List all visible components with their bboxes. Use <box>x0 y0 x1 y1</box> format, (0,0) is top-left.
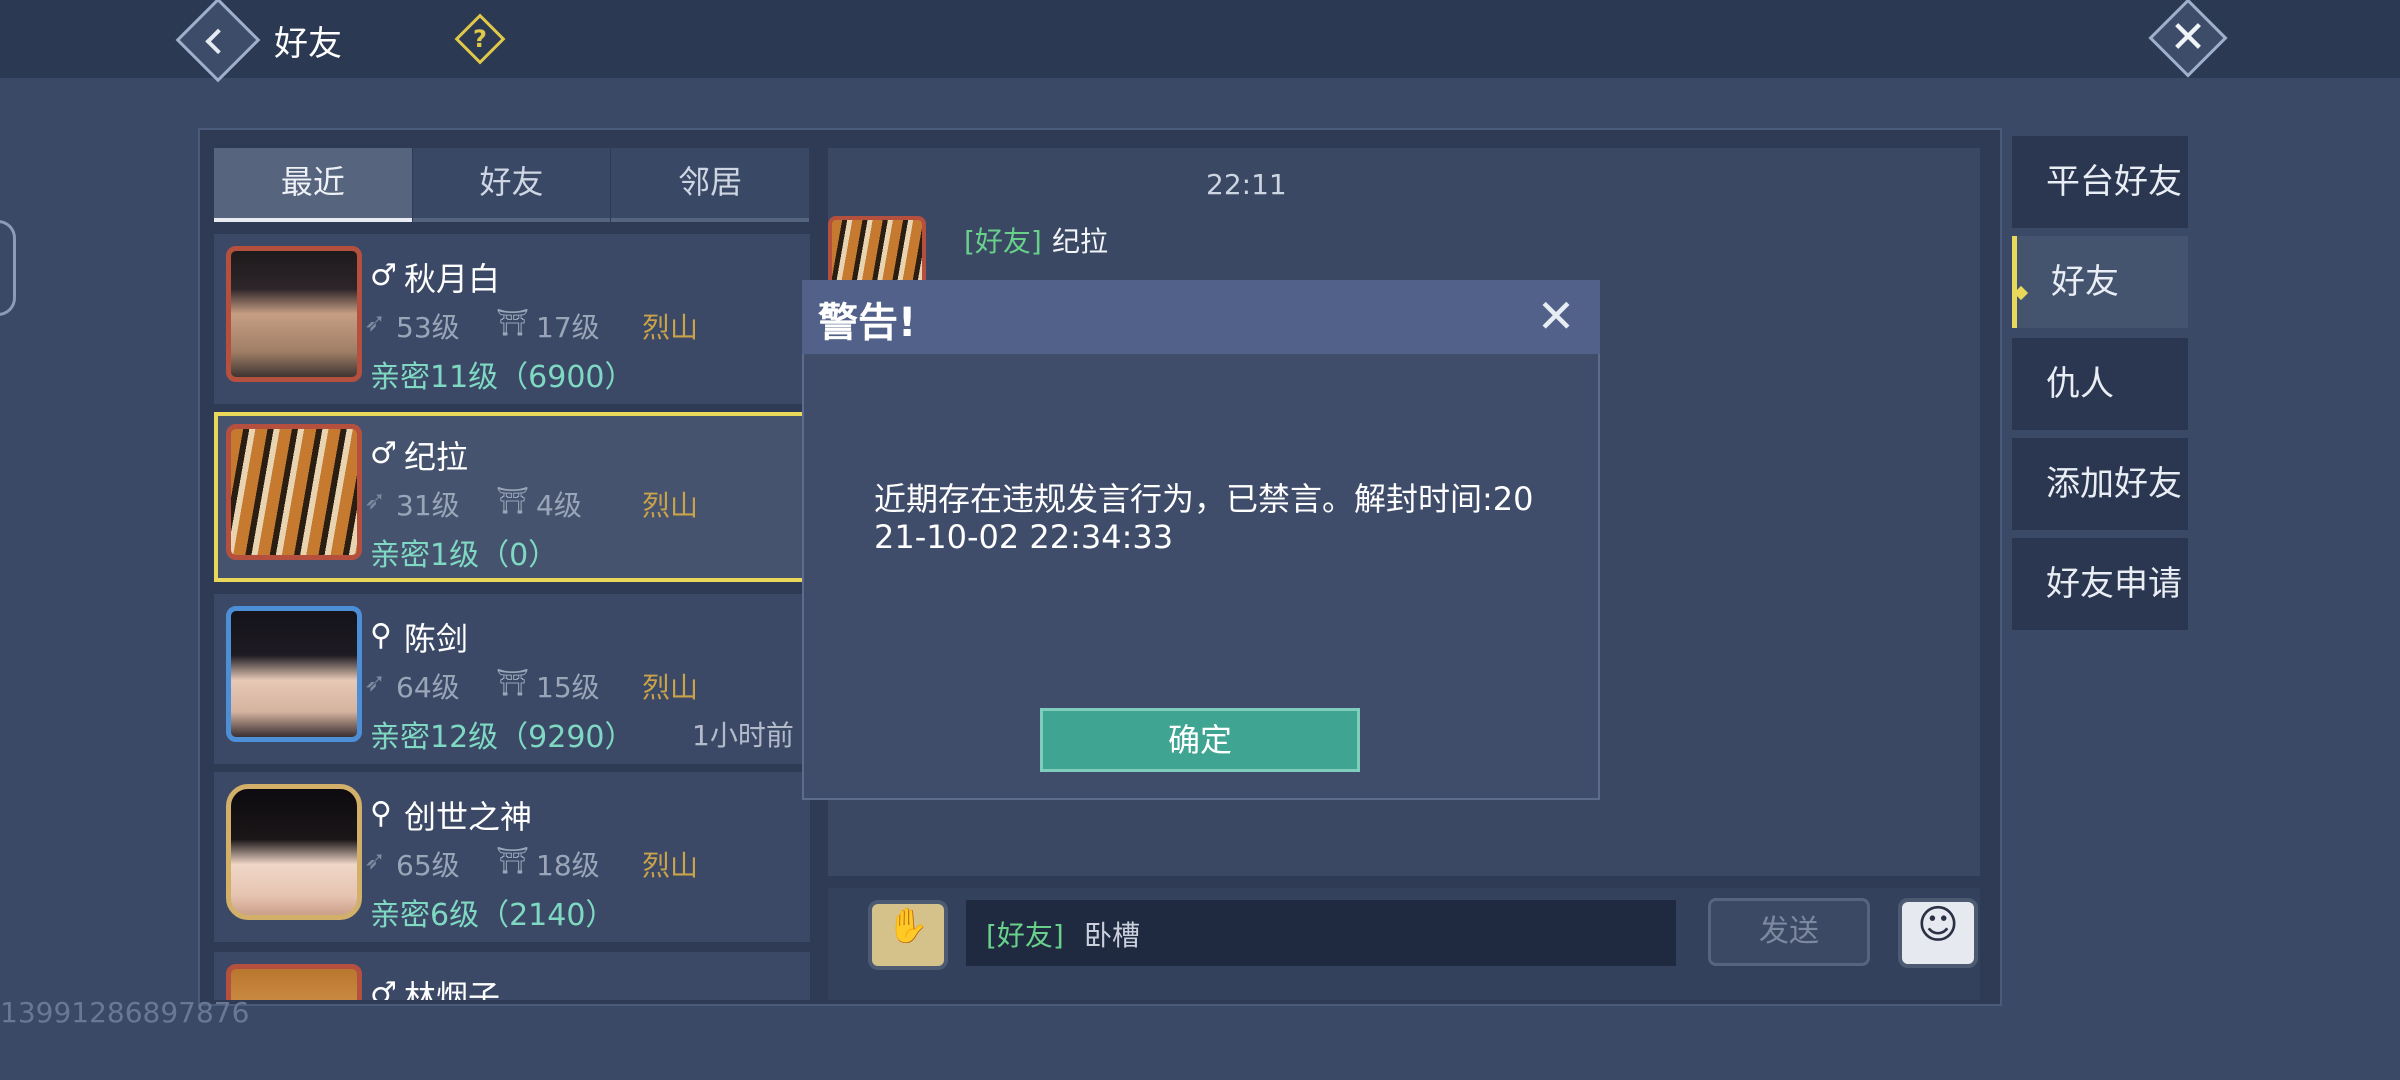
level-icon: ➶ <box>364 486 386 516</box>
avatar <box>226 964 362 1000</box>
menu-add-friend[interactable]: 添加好友 <box>2012 438 2188 530</box>
intimacy-level: 亲密12级（9290） <box>370 720 635 755</box>
level-icon: ➶ <box>364 846 386 876</box>
friend-name: 林烟子 <box>404 978 501 1000</box>
player-level: 31级 <box>396 489 460 522</box>
friend-name: 创世之神 <box>404 798 533 836</box>
chat-sender-name: 纪拉 <box>1052 225 1109 258</box>
guild-icon: ⛩ <box>496 668 530 698</box>
chat-input[interactable] <box>966 900 1676 966</box>
microphone-icon[interactable]: ✋ <box>868 906 948 946</box>
intimacy-level: 亲密1级（0） <box>370 538 559 573</box>
dialog-title: 警告! <box>818 300 917 346</box>
smiley-icon[interactable]: ☺ <box>1898 902 1978 948</box>
player-level: 64级 <box>396 671 460 704</box>
menu-enemies[interactable]: 仇人 <box>2012 338 2188 430</box>
chat-avatar <box>828 216 926 288</box>
level-icon: ➶ <box>364 668 386 698</box>
guild-name: 烈山 <box>642 311 699 344</box>
list-item[interactable]: ⚲ 创世之神 ➶ 65级 ⛩ 18级 烈山 亲密6级（2140） <box>214 772 810 942</box>
close-icon[interactable]: ✕ <box>2160 8 2216 68</box>
intimacy-level: 亲密6级（2140） <box>370 898 616 933</box>
player-level: 65级 <box>396 849 460 882</box>
friend-list[interactable]: 最近 好友 邻居 ♂ 秋月白 ➶ 53级 ⛩ 17级 烈山 亲密11级（6900… <box>214 148 810 1000</box>
top-bar <box>0 0 2400 78</box>
friend-name: 秋月白 <box>404 260 501 298</box>
chat-timestamp: 22:11 <box>1206 168 1287 201</box>
tab-recent[interactable]: 最近 <box>214 148 412 222</box>
male-icon: ♂ <box>370 436 397 471</box>
menu-friend-requests[interactable]: 好友申请 <box>2012 538 2188 630</box>
input-channel-tag: [好友] <box>986 919 1064 952</box>
tab-friends[interactable]: 好友 <box>412 148 611 222</box>
dialog-header <box>802 280 1600 354</box>
last-online: 1小时前 <box>692 719 794 752</box>
list-tabs: 最近 好友 邻居 <box>214 148 810 222</box>
guild-name: 烈山 <box>642 849 699 882</box>
avatar <box>226 606 362 742</box>
male-icon: ♂ <box>370 976 397 1000</box>
guild-name: 烈山 <box>642 671 699 704</box>
level-icon: ➶ <box>364 308 386 338</box>
guild-level: 17级 <box>536 311 600 344</box>
chat-input-value[interactable]: 卧槽 <box>1084 914 1140 954</box>
side-drawer-handle[interactable] <box>0 220 16 316</box>
intimacy-level: 亲密11级（6900） <box>370 360 635 395</box>
guild-level: 15级 <box>536 671 600 704</box>
list-item[interactable]: ♂ 秋月白 ➶ 53级 ⛩ 17级 烈山 亲密11级（6900） <box>214 234 810 404</box>
guild-name: 烈山 <box>642 489 699 522</box>
player-level: 53级 <box>396 311 460 344</box>
dialog-message: 近期存在违规发言行为，已禁言。解封时间:2021-10-02 22:34:33 <box>874 480 1534 556</box>
question-icon[interactable]: ? <box>462 20 498 56</box>
guild-level: 4级 <box>536 489 582 522</box>
page-title: 好友 <box>274 24 342 64</box>
watermark-id: 13991286897876 <box>0 996 250 1029</box>
avatar <box>226 784 362 920</box>
friend-name: 纪拉 <box>404 438 469 476</box>
menu-platform-friends[interactable]: 平台好友 <box>2012 136 2188 228</box>
male-icon: ♂ <box>370 258 397 293</box>
list-item-selected[interactable]: ♂ 纪拉 ➶ 31级 ⛩ 4级 烈山 亲密1级（0） <box>214 412 810 582</box>
guild-icon: ⛩ <box>496 486 530 516</box>
female-icon: ⚲ <box>370 618 392 653</box>
list-item[interactable]: ♂ 林烟子 <box>214 952 810 1000</box>
friend-name: 陈剑 <box>404 620 469 658</box>
send-button[interactable]: 发送 <box>1708 898 1870 966</box>
avatar <box>226 424 362 560</box>
tab-neighbors[interactable]: 邻居 <box>611 148 810 222</box>
female-icon: ⚲ <box>370 796 392 831</box>
chat-channel-tag: [好友] <box>964 225 1042 258</box>
dialog-close-icon[interactable]: ✕ <box>1526 286 1586 346</box>
avatar <box>226 246 362 382</box>
confirm-button[interactable]: 确定 <box>1040 708 1360 772</box>
list-item[interactable]: ⚲ 陈剑 ➶ 64级 ⛩ 15级 烈山 亲密12级（9290） 1小时前 <box>214 594 810 764</box>
guild-level: 18级 <box>536 849 600 882</box>
guild-icon: ⛩ <box>496 308 530 338</box>
menu-friends[interactable]: 好友 <box>2012 236 2188 328</box>
guild-icon: ⛩ <box>496 846 530 876</box>
